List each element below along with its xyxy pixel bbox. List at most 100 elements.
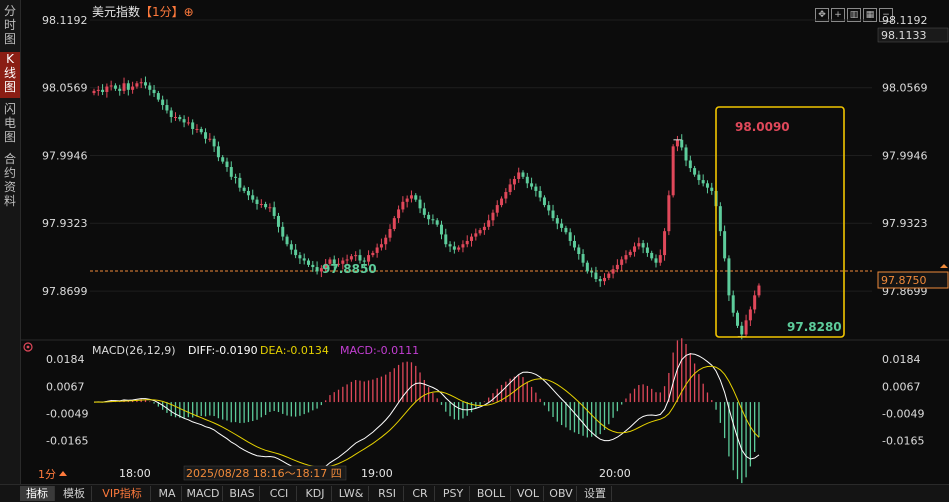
candle [478, 230, 482, 234]
macd-dea-value: DEA:-0.0134 [260, 344, 329, 357]
macd-tick: 0.0067 [882, 380, 921, 393]
candle [482, 226, 486, 231]
candle [182, 119, 186, 123]
candle [435, 220, 439, 225]
current-price-label: 98.1133 [881, 29, 927, 42]
candle [418, 199, 422, 209]
tab-ma[interactable]: MA [153, 486, 182, 501]
candle [491, 212, 495, 221]
price-axis-right: 98.119298.056997.994697.932397.8699 [882, 14, 928, 298]
candle [628, 251, 632, 256]
candle [238, 177, 242, 188]
candle [255, 199, 259, 204]
candle [740, 325, 744, 335]
candle [105, 86, 109, 92]
candle [131, 86, 135, 90]
last-price-label: 97.8750 [881, 274, 927, 287]
candle [590, 271, 594, 273]
candle [186, 122, 190, 124]
macd-tick: -0.0049 [46, 408, 88, 421]
candle [551, 210, 555, 219]
candle [624, 255, 628, 260]
candle [409, 195, 413, 199]
candle [392, 218, 396, 229]
tab-boll[interactable]: BOLL [472, 486, 511, 501]
tab-bias[interactable]: BIAS [225, 486, 260, 501]
grid-layer [90, 19, 872, 292]
candle [294, 249, 298, 256]
candle [367, 255, 371, 262]
tab-rsi[interactable]: RSI [371, 486, 404, 501]
candle [663, 231, 667, 256]
candle [427, 214, 431, 220]
price-panel[interactable]: 98.1192 98.0569 97.9946 97.9323 97.8699 98.1… [0, 0, 949, 484]
candle [538, 190, 542, 198]
candle [577, 247, 581, 255]
macd-axis-right: 0.0184 0.0067 -0.0049 -0.0165 [882, 353, 924, 448]
tab-settings[interactable]: 设置 [579, 486, 612, 501]
time-tick: 19:00 [361, 467, 393, 480]
candle [143, 82, 147, 86]
tab-indicators[interactable]: 指标 [20, 486, 55, 501]
candle [268, 207, 272, 209]
tab-obv[interactable]: OBV [546, 486, 577, 501]
candle [487, 220, 491, 227]
candle [508, 184, 512, 193]
candle [727, 258, 731, 296]
candle [693, 168, 697, 175]
macd-tick: -0.0049 [882, 408, 924, 421]
candle [298, 255, 302, 259]
macd-tick: -0.0165 [882, 435, 924, 448]
candle [675, 139, 679, 147]
candle [542, 197, 546, 206]
candle [620, 259, 624, 265]
candle [470, 236, 474, 241]
macd-tick: 0.0067 [46, 380, 85, 393]
macd-axis-left: 0.0184 0.0067 -0.0049 -0.0165 [46, 353, 88, 448]
candle [500, 198, 504, 206]
tab-cr[interactable]: CR [406, 486, 435, 501]
candle [731, 295, 735, 313]
candle [397, 209, 401, 219]
tab-vol[interactable]: VOL [513, 486, 544, 501]
candle [311, 264, 315, 268]
candle [710, 187, 714, 191]
candle [744, 320, 748, 335]
tab-cci[interactable]: CCI [262, 486, 297, 501]
candle [246, 190, 250, 196]
candle [148, 85, 152, 90]
candle [345, 259, 349, 261]
price-tick: 97.9946 [882, 149, 928, 162]
candlestick-series [92, 76, 761, 340]
candle [512, 178, 516, 185]
candle [452, 246, 456, 250]
candle [723, 231, 727, 259]
candle [221, 157, 225, 162]
candle [637, 243, 641, 247]
candle [422, 208, 426, 215]
candle [122, 83, 126, 91]
candle [641, 243, 645, 248]
tab-vip-indicators[interactable]: VIP指标 [94, 486, 151, 501]
candle [101, 89, 105, 92]
candle [289, 244, 293, 250]
diff-line [93, 353, 760, 471]
candle [126, 83, 130, 90]
price-tick: 97.9323 [42, 217, 88, 230]
candle [113, 85, 117, 89]
candle [645, 247, 649, 253]
candle [594, 272, 598, 280]
tab-lw[interactable]: LW& [334, 486, 369, 501]
tab-macd[interactable]: MACD [184, 486, 223, 501]
candle [431, 219, 435, 221]
candle [688, 160, 692, 169]
period-selector[interactable]: 1分 [38, 468, 56, 481]
price-tick: 98.0569 [42, 82, 88, 95]
tab-template[interactable]: 模板 [57, 486, 92, 501]
chevron-up-icon[interactable] [59, 471, 67, 476]
candle [680, 139, 684, 148]
candle [315, 267, 319, 272]
candle [598, 279, 602, 282]
tab-kdj[interactable]: KDJ [299, 486, 332, 501]
tab-psy[interactable]: PSY [437, 486, 470, 501]
